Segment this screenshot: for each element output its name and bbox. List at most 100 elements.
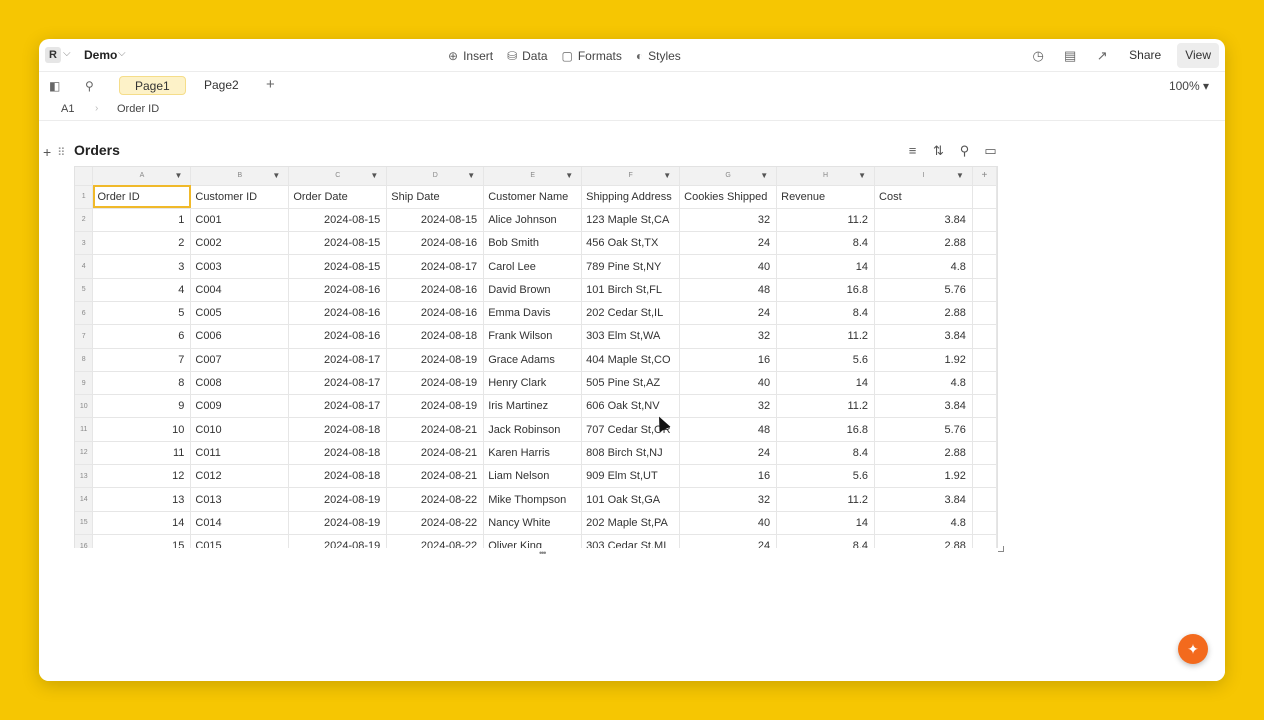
grid-corner[interactable]: [75, 167, 94, 186]
table-cell[interactable]: 11: [92, 441, 192, 466]
table-cell[interactable]: 1.92: [874, 348, 973, 372]
column-header[interactable]: C ▼: [288, 167, 388, 186]
tab-page2[interactable]: Page2: [189, 76, 254, 95]
table-cell[interactable]: 2024-08-16: [386, 278, 485, 302]
styles-button[interactable]: ◐ Styles: [636, 49, 681, 63]
table-cell[interactable]: 15: [92, 534, 192, 548]
table-cell[interactable]: 3.84: [874, 394, 973, 419]
table-cell[interactable]: 5: [92, 301, 192, 326]
table-cell[interactable]: 2.88: [874, 231, 973, 256]
table-cell[interactable]: 5.76: [874, 417, 973, 442]
row-number[interactable]: 12: [75, 441, 94, 466]
table-cell[interactable]: 16.8: [776, 417, 876, 442]
table-cell[interactable]: 7: [92, 348, 192, 372]
column-menu-icon[interactable]: ▼: [663, 171, 671, 180]
table-cell[interactable]: C015: [190, 534, 290, 548]
column-header[interactable]: F ▼: [581, 167, 681, 186]
row-number[interactable]: 13: [75, 464, 94, 489]
table-cell[interactable]: 8.4: [776, 301, 876, 326]
table-cell[interactable]: 202 Cedar St,IL: [581, 301, 681, 326]
sidebar-toggle-icon[interactable]: ◧: [49, 79, 60, 93]
row-number[interactable]: 2: [75, 208, 94, 233]
table-cell[interactable]: 14: [776, 254, 876, 279]
table-cell[interactable]: C001: [190, 208, 290, 233]
insert-button[interactable]: ⊕ Insert: [448, 49, 493, 63]
table-cell[interactable]: 40: [679, 371, 778, 396]
row-number[interactable]: 10: [75, 394, 94, 419]
table-cell[interactable]: 40: [679, 254, 778, 279]
header-cell[interactable]: Revenue: [776, 185, 876, 209]
table-cell[interactable]: C003: [190, 254, 290, 279]
row-number[interactable]: 3: [75, 231, 94, 256]
column-header[interactable]: B ▼: [190, 167, 290, 186]
row-number[interactable]: 7: [75, 324, 94, 349]
table-cell[interactable]: 12: [92, 464, 192, 489]
column-menu-icon[interactable]: ▼: [858, 171, 866, 180]
table-cell[interactable]: 2024-08-16: [386, 301, 485, 326]
table-cell[interactable]: 2024-08-16: [288, 301, 388, 326]
table-cell[interactable]: 2024-08-22: [386, 511, 485, 535]
table-cell[interactable]: 2024-08-21: [386, 464, 485, 489]
table-cell[interactable]: Liam Nelson: [483, 464, 583, 489]
table-cell[interactable]: 11.2: [776, 208, 876, 233]
table-cell[interactable]: C005: [190, 301, 290, 326]
table-cell[interactable]: Jack Robinson: [483, 417, 583, 442]
table-cell[interactable]: 2: [92, 231, 192, 256]
table-cell[interactable]: 16: [679, 348, 778, 372]
table-cell[interactable]: 24: [679, 301, 778, 326]
table-cell[interactable]: 11.2: [776, 394, 876, 419]
table-cell[interactable]: C002: [190, 231, 290, 256]
table-cell[interactable]: 14: [776, 371, 876, 396]
table-cell[interactable]: 101 Oak St,GA: [581, 487, 681, 512]
header-cell[interactable]: Order Date: [288, 185, 388, 209]
table-cell[interactable]: 303 Cedar St,MI: [581, 534, 681, 548]
table-cell[interactable]: 2024-08-15: [288, 231, 388, 256]
table-cell[interactable]: Henry Clark: [483, 371, 583, 396]
table-cell[interactable]: 2.88: [874, 441, 973, 466]
row-number[interactable]: 16: [75, 534, 94, 548]
comment-icon[interactable]: ▭: [983, 143, 998, 159]
table-title[interactable]: Orders: [74, 142, 120, 158]
header-cell[interactable]: Customer Name: [483, 185, 583, 209]
table-cell[interactable]: 8: [92, 371, 192, 396]
formats-button[interactable]: ▢ Formats: [562, 49, 622, 63]
history-icon[interactable]: ◷: [1027, 45, 1049, 67]
ai-assistant-button[interactable]: ✦: [1178, 634, 1208, 664]
table-cell[interactable]: 2024-08-22: [386, 487, 485, 512]
row-number[interactable]: 8: [75, 348, 94, 372]
table-cell[interactable]: 1: [92, 208, 192, 233]
data-button[interactable]: ⛁ Data: [507, 49, 547, 63]
table-cell[interactable]: Bob Smith: [483, 231, 583, 256]
table-cell[interactable]: C009: [190, 394, 290, 419]
header-cell[interactable]: Cookies Shipped: [679, 185, 778, 209]
column-header[interactable]: G ▼: [679, 167, 778, 186]
trend-icon[interactable]: ↗: [1091, 45, 1113, 67]
table-cell[interactable]: 13: [92, 487, 192, 512]
table-cell[interactable]: 808 Birch St,NJ: [581, 441, 681, 466]
table-cell[interactable]: 1.92: [874, 464, 973, 489]
sort-icon[interactable]: ⇅: [931, 143, 946, 159]
table-cell[interactable]: 32: [679, 324, 778, 349]
column-header[interactable]: A ▼: [92, 167, 192, 186]
table-cell[interactable]: 24: [679, 534, 778, 548]
table-cell[interactable]: 5.76: [874, 278, 973, 302]
drag-handle-icon[interactable]: ⠿: [57, 146, 65, 159]
corner-resize-icon[interactable]: [998, 546, 1004, 552]
table-cell[interactable]: 10: [92, 417, 192, 442]
table-cell[interactable]: 2.88: [874, 301, 973, 326]
header-cell[interactable]: Ship Date: [386, 185, 485, 209]
table-cell[interactable]: 32: [679, 394, 778, 419]
table-cell[interactable]: 789 Pine St,NY: [581, 254, 681, 279]
table-cell[interactable]: 2024-08-19: [386, 348, 485, 372]
row-number[interactable]: 11: [75, 417, 94, 442]
table-cell[interactable]: 11.2: [776, 487, 876, 512]
table-cell[interactable]: 11.2: [776, 324, 876, 349]
app-logo[interactable]: R: [45, 47, 61, 63]
table-cell[interactable]: 4: [92, 278, 192, 302]
column-menu-icon[interactable]: ▼: [467, 171, 475, 180]
table-cell[interactable]: 9: [92, 394, 192, 419]
add-icon[interactable]: +: [43, 144, 51, 160]
table-cell[interactable]: 2024-08-19: [386, 394, 485, 419]
column-menu-icon[interactable]: ▼: [565, 171, 573, 180]
table-cell[interactable]: C011: [190, 441, 290, 466]
